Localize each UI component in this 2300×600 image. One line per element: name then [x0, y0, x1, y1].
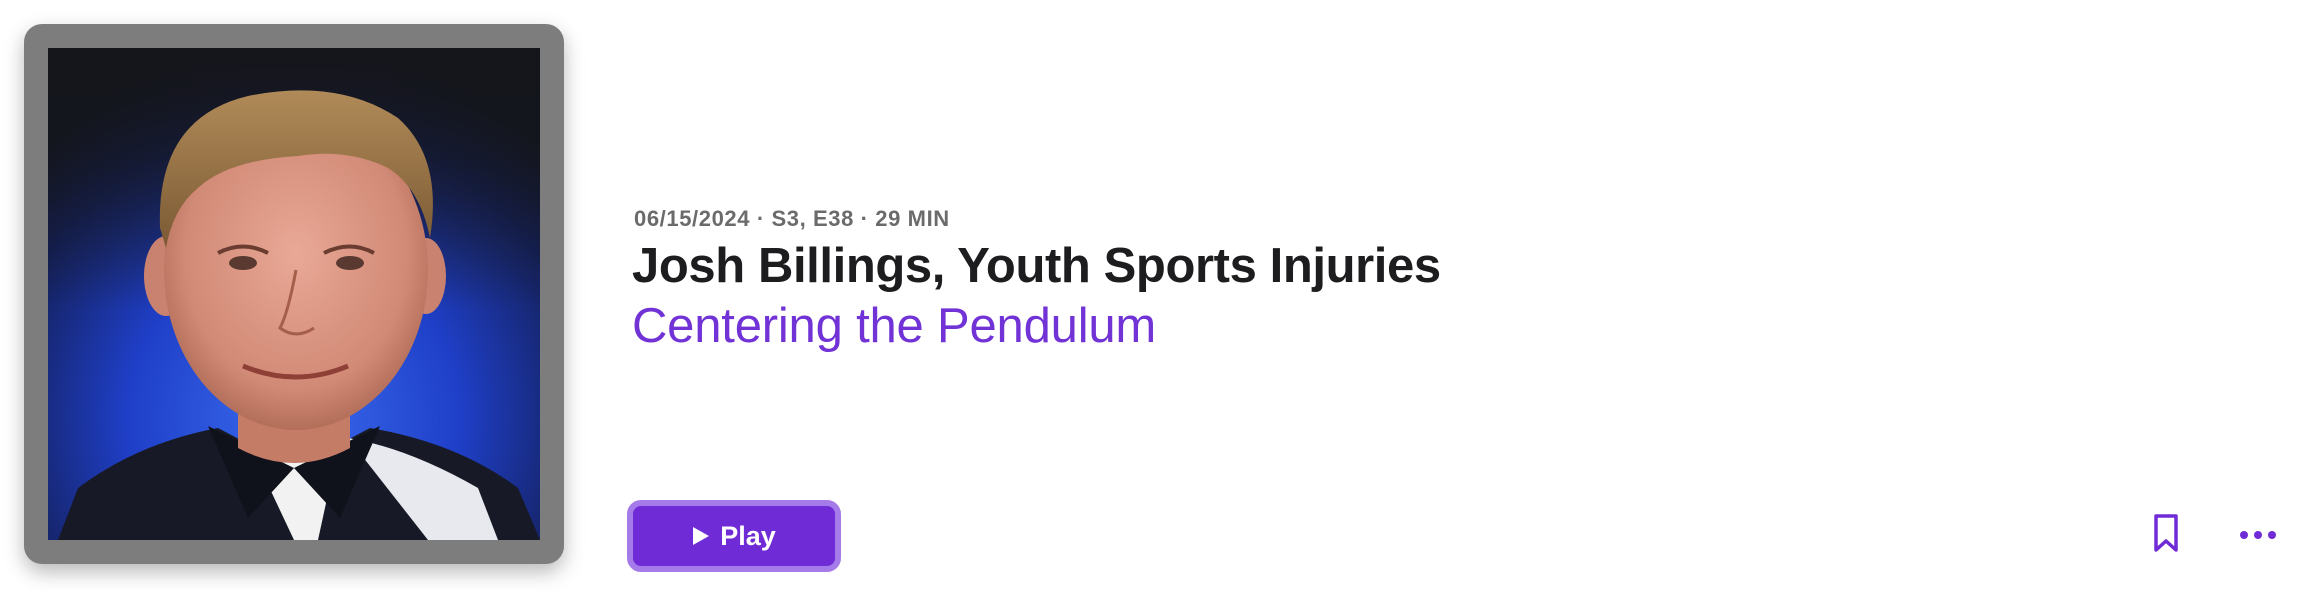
bookmark-button[interactable]	[2148, 512, 2184, 556]
play-button[interactable]: Play	[627, 500, 841, 572]
episode-artwork	[48, 48, 540, 540]
show-name-link[interactable]: Centering the Pendulum	[632, 298, 1156, 354]
episode-header: 06/15/2024 · S3, E38 · 29 MIN Josh Billi…	[0, 0, 2300, 600]
episode-title: Josh Billings, Youth Sports Injuries	[632, 239, 1441, 293]
play-label: Play	[720, 520, 776, 551]
episode-meta: 06/15/2024 · S3, E38 · 29 MIN	[634, 206, 950, 231]
episode-artwork-frame	[24, 24, 564, 564]
bookmark-icon	[2148, 512, 2184, 556]
ellipsis-icon	[2238, 520, 2278, 550]
more-options-button[interactable]	[2238, 520, 2278, 550]
play-icon	[692, 526, 710, 546]
